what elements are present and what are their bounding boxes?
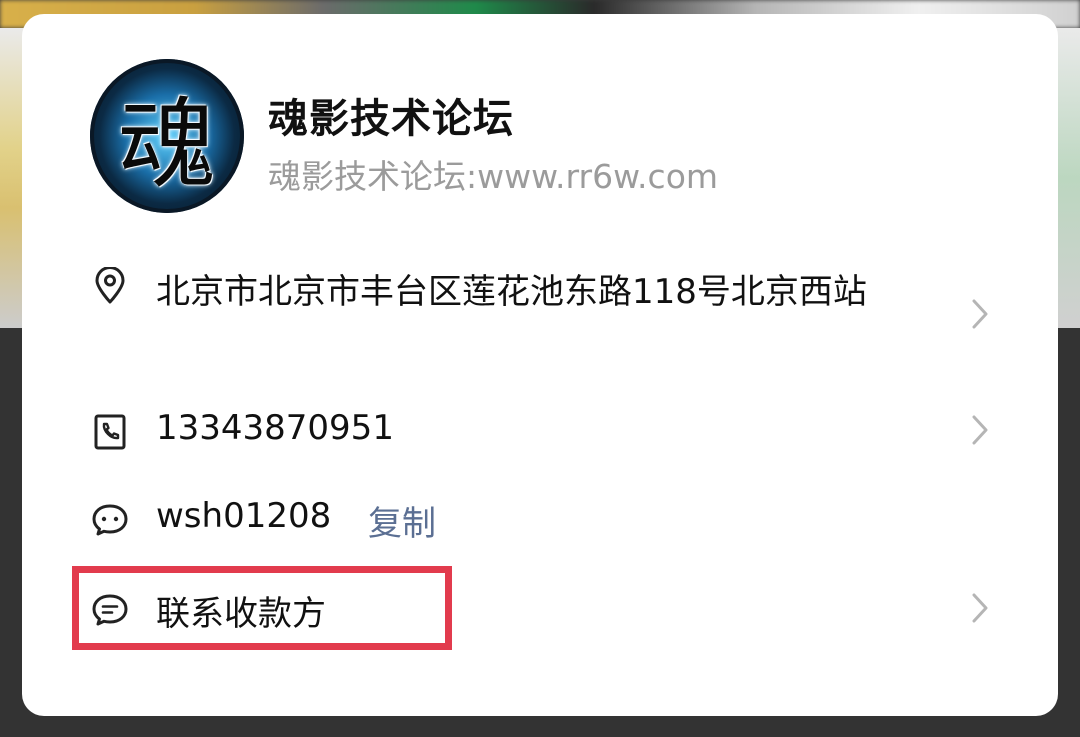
payee-description: 魂影技术论坛:www.rr6w.com: [268, 157, 719, 196]
background-right-edge: [1056, 28, 1080, 328]
copy-button[interactable]: 复制: [368, 496, 436, 545]
chevron-right-icon: [968, 296, 992, 332]
wechat-id: wsh01208: [156, 496, 332, 536]
payee-name: 魂影技术论坛: [268, 96, 514, 142]
highlight-annotation-box: [72, 566, 452, 650]
address-text: 北京市北京市丰台区莲花池东路118号北京西站: [156, 272, 867, 312]
phone-icon: [90, 412, 130, 452]
phone-number: 13343870951: [156, 408, 394, 448]
location-pin-icon: [90, 266, 130, 306]
background-left-edge: [0, 28, 24, 328]
avatar: 魂: [90, 59, 244, 213]
avatar-glyph: 魂: [117, 88, 216, 202]
payee-info-card: 魂 魂影技术论坛 魂影技术论坛:www.rr6w.com 北京市北京市丰台区莲花…: [22, 14, 1058, 716]
chat-bubble-icon: [90, 500, 130, 540]
chevron-right-icon: [968, 590, 992, 626]
chevron-right-icon: [968, 412, 992, 448]
